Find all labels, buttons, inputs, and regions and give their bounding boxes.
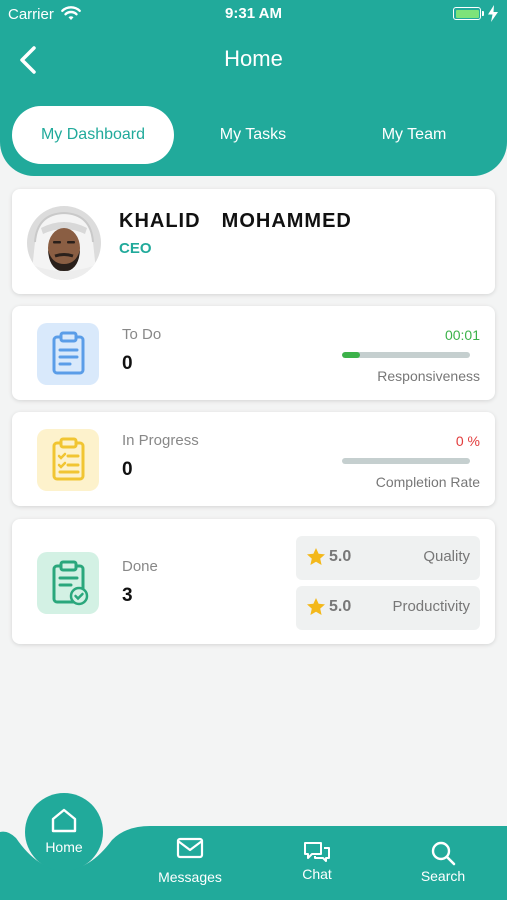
tab-my-dashboard[interactable]: My Dashboard xyxy=(12,106,174,164)
quality-value: 5.0 xyxy=(329,548,352,565)
tab-my-team[interactable]: My Team xyxy=(332,106,496,164)
productivity-label: Productivity xyxy=(392,598,470,615)
tab-home[interactable]: Home xyxy=(25,793,103,871)
tab-messages-label: Messages xyxy=(158,869,222,885)
header: Carrier 9:31 AM Home My Dashboard My Tas… xyxy=(0,0,507,176)
completion-rate-label: Completion Rate xyxy=(375,474,480,490)
home-icon xyxy=(51,808,77,833)
todo-icon xyxy=(37,323,99,385)
profile-card[interactable]: KHALID MOHAMMED CEO xyxy=(12,189,495,294)
completion-rate-bar xyxy=(342,458,470,464)
search-icon xyxy=(431,841,456,866)
tab-home-label: Home xyxy=(45,839,83,855)
envelope-icon xyxy=(176,837,204,859)
productivity-rating: 5.0 Productivity xyxy=(296,586,480,630)
done-count: 3 xyxy=(122,585,133,606)
tab-chat-label: Chat xyxy=(302,866,332,882)
avatar xyxy=(27,206,101,280)
tab-bar: My Dashboard My Tasks My Team xyxy=(12,106,496,164)
star-icon xyxy=(307,598,325,615)
responsiveness-time: 00:01 xyxy=(444,327,480,343)
profile-name: KHALID MOHAMMED xyxy=(119,210,352,232)
battery-icon xyxy=(453,7,484,20)
star-icon xyxy=(307,548,325,565)
charging-icon xyxy=(488,5,498,22)
completion-rate-value: 0 % xyxy=(455,433,480,449)
todo-count: 0 xyxy=(122,353,133,374)
in-progress-label: In Progress xyxy=(122,432,199,449)
status-bar: Carrier 9:31 AM xyxy=(0,0,507,28)
responsiveness-bar xyxy=(342,352,470,358)
tab-chat[interactable]: Chat xyxy=(282,840,352,882)
todo-label: To Do xyxy=(122,326,162,343)
in-progress-count: 0 xyxy=(122,459,133,480)
quality-rating: 5.0 Quality xyxy=(296,536,480,580)
chat-bubbles-icon xyxy=(304,842,330,862)
productivity-value: 5.0 xyxy=(329,598,352,615)
profile-role: CEO xyxy=(119,240,152,257)
tab-my-tasks[interactable]: My Tasks xyxy=(174,106,332,164)
done-card[interactable]: Done 3 5.0 Quality 5.0 Productivity xyxy=(12,519,495,644)
tab-search[interactable]: Search xyxy=(408,840,478,884)
done-label: Done xyxy=(122,558,158,575)
page-title: Home xyxy=(224,46,283,71)
todo-card[interactable]: To Do 0 00:01 Responsiveness xyxy=(12,306,495,400)
status-time: 9:31 AM xyxy=(225,5,282,22)
quality-label: Quality xyxy=(423,548,470,565)
responsiveness-bar-fill xyxy=(342,352,360,358)
done-icon xyxy=(37,552,99,614)
in-progress-card[interactable]: In Progress 0 0 % Completion Rate xyxy=(12,412,495,506)
responsiveness-label: Responsiveness xyxy=(377,368,480,384)
tab-search-label: Search xyxy=(420,868,466,884)
in-progress-icon xyxy=(37,429,99,491)
tab-messages[interactable]: Messages xyxy=(150,837,230,885)
